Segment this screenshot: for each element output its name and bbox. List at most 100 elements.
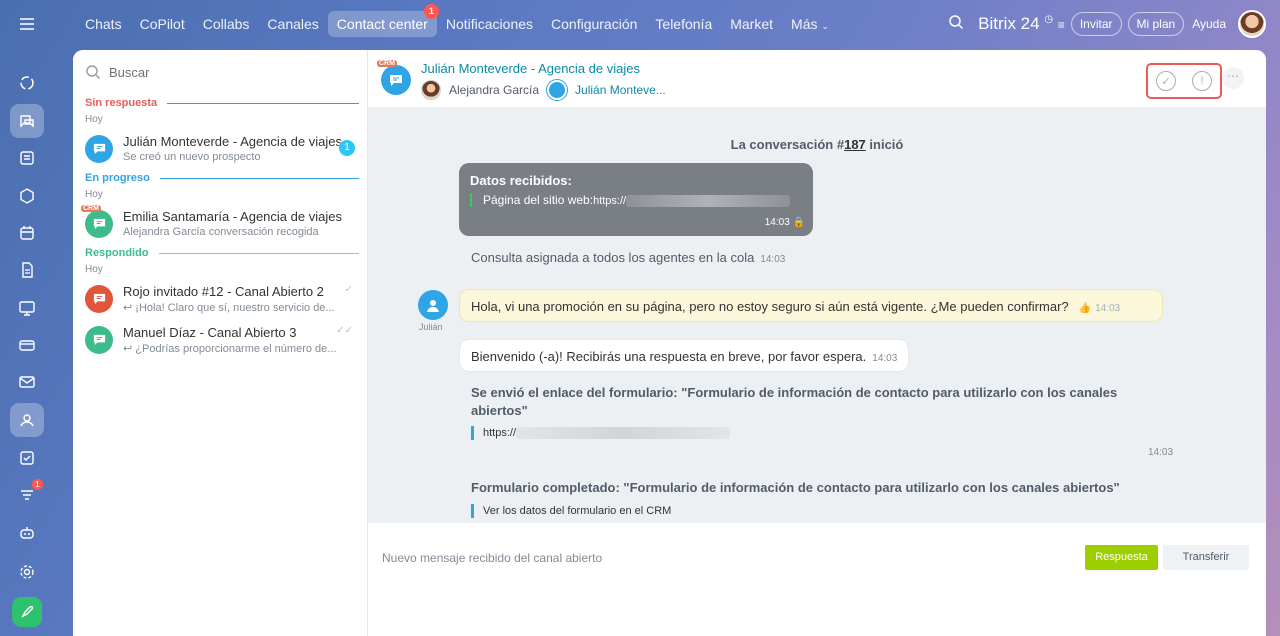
- started-suffix: inició: [865, 137, 904, 152]
- reply-icon: ↩: [123, 342, 136, 355]
- dialog-title[interactable]: Julián Monteverde - Agencia de viajes: [421, 61, 640, 76]
- board-icon[interactable]: [10, 291, 44, 325]
- lock-icon: 🔒: [792, 217, 805, 228]
- calendar-icon[interactable]: [10, 216, 44, 250]
- client-message[interactable]: Hola, vi una promoción en su página, per…: [459, 289, 1163, 322]
- dialog-actions: ✓ !: [1146, 63, 1222, 99]
- nav-canales[interactable]: Canales: [258, 11, 327, 37]
- double-check-icon: ✓✓: [336, 325, 353, 336]
- avatar[interactable]: [421, 80, 441, 100]
- finish-check-icon[interactable]: ✓: [1156, 71, 1176, 91]
- menu-icon[interactable]: [10, 7, 44, 41]
- nav-telefonia[interactable]: Telefonía: [646, 11, 721, 37]
- filter-icon[interactable]: 1: [10, 478, 44, 512]
- message-area: La conversación #187 inició Datos recibi…: [368, 108, 1266, 522]
- reply-icon: ↩: [123, 301, 136, 314]
- nav-contact-center[interactable]: Contact center 1: [327, 4, 439, 37]
- blurred-url: [626, 194, 791, 207]
- list-item[interactable]: Rojo invitado #12 - Canal Abierto 2 ↩ ¡H…: [73, 278, 367, 319]
- help-button[interactable]: Ayuda: [1192, 17, 1226, 31]
- check-icon: ✓: [344, 284, 353, 295]
- chat-bubble-icon: [390, 75, 402, 86]
- bot-icon[interactable]: [10, 516, 44, 550]
- chat-title: Manuel Díaz - Canal Abierto 3: [123, 324, 297, 340]
- search-bar[interactable]: Buscar: [73, 50, 367, 94]
- message-time: 14:03: [760, 254, 786, 265]
- message-time: 14:03: [872, 353, 898, 364]
- nav-collabs[interactable]: Collabs: [194, 11, 259, 37]
- rocket-icon[interactable]: [12, 597, 42, 627]
- avatar[interactable]: [547, 80, 568, 100]
- list-item[interactable]: Julián Monteverde - Agencia de viajes Se…: [73, 128, 367, 169]
- chat-subtitle: ↩ ¿Podrías proporcionarme el número de..…: [123, 342, 358, 355]
- received-data-message: Datos recibidos: Página del sitio web:ht…: [459, 163, 813, 236]
- spam-alert-icon[interactable]: !: [1192, 71, 1212, 91]
- member-name[interactable]: Alejandra García: [449, 83, 539, 97]
- member-name[interactable]: Julián Monteve...: [575, 83, 666, 97]
- invite-button[interactable]: Invitar: [1070, 12, 1122, 36]
- dialog-panel: CRM Julián Monteverde - Agencia de viaje…: [368, 50, 1266, 636]
- system-message: Consulta asignada a todos los agentes en…: [471, 250, 785, 265]
- chat-title: Rojo invitado #12 - Canal Abierto 2: [123, 283, 324, 299]
- mail-icon[interactable]: [10, 365, 44, 399]
- conversation-started: La conversación #187 inició: [368, 137, 1266, 152]
- chat-bubble-icon: [93, 218, 105, 230]
- crm-tag: CRM: [377, 60, 397, 67]
- footer-notice: Nuevo mensaje recibido del canal abierto: [382, 551, 603, 565]
- brand-logo[interactable]: Bitrix 24 ◷ ≡: [978, 14, 1065, 34]
- nav-chats[interactable]: Chats: [76, 11, 131, 37]
- conversation-number[interactable]: 187: [844, 137, 866, 152]
- list-item[interactable]: CRM Emilia Santamaría - Agencia de viaje…: [73, 203, 367, 244]
- started-prefix: La conversación #: [730, 137, 845, 152]
- settings-icon[interactable]: [10, 555, 44, 589]
- list-item[interactable]: Manuel Díaz - Canal Abierto 3 ↩ ¿Podrías…: [73, 319, 367, 360]
- sliders-icon[interactable]: ≡: [1058, 18, 1065, 32]
- received-data-url[interactable]: https://: [593, 195, 626, 207]
- user-avatar[interactable]: [1238, 10, 1266, 38]
- document-icon[interactable]: [10, 253, 44, 287]
- chat-list: Buscar Sin respuesta Hoy Julián Montever…: [73, 50, 368, 636]
- my-plan-button[interactable]: Mi plan: [1127, 12, 1185, 36]
- received-data-line: Página del sitio web:https://: [470, 193, 791, 207]
- chat-subtitle: Se creó un nuevo prospecto: [123, 151, 261, 163]
- group-header: Sin respuesta: [73, 94, 367, 112]
- contacts-icon[interactable]: [10, 403, 44, 437]
- group-title: En progreso: [85, 172, 150, 184]
- bot-message-text: Bienvenido (-a)! Recibirás una respuesta…: [471, 349, 867, 364]
- transfer-button[interactable]: Transferir: [1163, 545, 1249, 570]
- like-icon[interactable]: 👍: [1079, 303, 1091, 314]
- form-crm-link[interactable]: Ver los datos del formulario en el CRM: [471, 504, 671, 518]
- chat-subtitle-text: ¡Hola! Claro que sí, nuestro servicio de…: [135, 301, 335, 314]
- nav-copilot[interactable]: CoPilot: [131, 11, 194, 37]
- collab-icon[interactable]: [10, 66, 44, 100]
- nav-more[interactable]: Más ⌄: [782, 11, 838, 37]
- form-sent-link[interactable]: https://: [471, 426, 731, 440]
- chat-subtitle: ↩ ¡Hola! Claro que sí, nuestro servicio …: [123, 301, 358, 314]
- dialog-avatar[interactable]: CRM: [377, 60, 411, 95]
- search-input[interactable]: Buscar: [109, 65, 149, 80]
- chat-avatar: [85, 134, 113, 163]
- message-time: 14:03: [1148, 447, 1174, 458]
- day-label: Hoy: [85, 264, 103, 275]
- card-icon[interactable]: [10, 328, 44, 362]
- dialog-header: CRM Julián Monteverde - Agencia de viaje…: [368, 50, 1266, 108]
- nav-market[interactable]: Market: [721, 11, 782, 37]
- nav-notificaciones[interactable]: Notificaciones: [437, 11, 542, 37]
- task-check-icon[interactable]: [10, 441, 44, 475]
- nav-configuracion[interactable]: Configuración: [542, 11, 646, 37]
- client-avatar[interactable]: [418, 290, 448, 320]
- hexagon-icon[interactable]: [10, 179, 44, 213]
- chat-icon[interactable]: [10, 104, 44, 138]
- chat-bubble-icon: [93, 293, 105, 305]
- message-time: 14:03: [1095, 303, 1121, 314]
- nav-more-label: Más: [791, 16, 818, 32]
- chat-bubble-icon: [93, 143, 105, 155]
- client-name: Julián: [419, 322, 443, 332]
- divider: [158, 252, 359, 254]
- bot-message[interactable]: Bienvenido (-a)! Recibirás una respuesta…: [459, 339, 910, 372]
- chat-avatar: CRM: [81, 204, 113, 238]
- feed-icon[interactable]: [10, 141, 44, 175]
- search-icon[interactable]: [948, 14, 964, 35]
- answer-button[interactable]: Respuesta: [1085, 545, 1158, 570]
- more-icon[interactable]: ⋯: [1222, 67, 1244, 89]
